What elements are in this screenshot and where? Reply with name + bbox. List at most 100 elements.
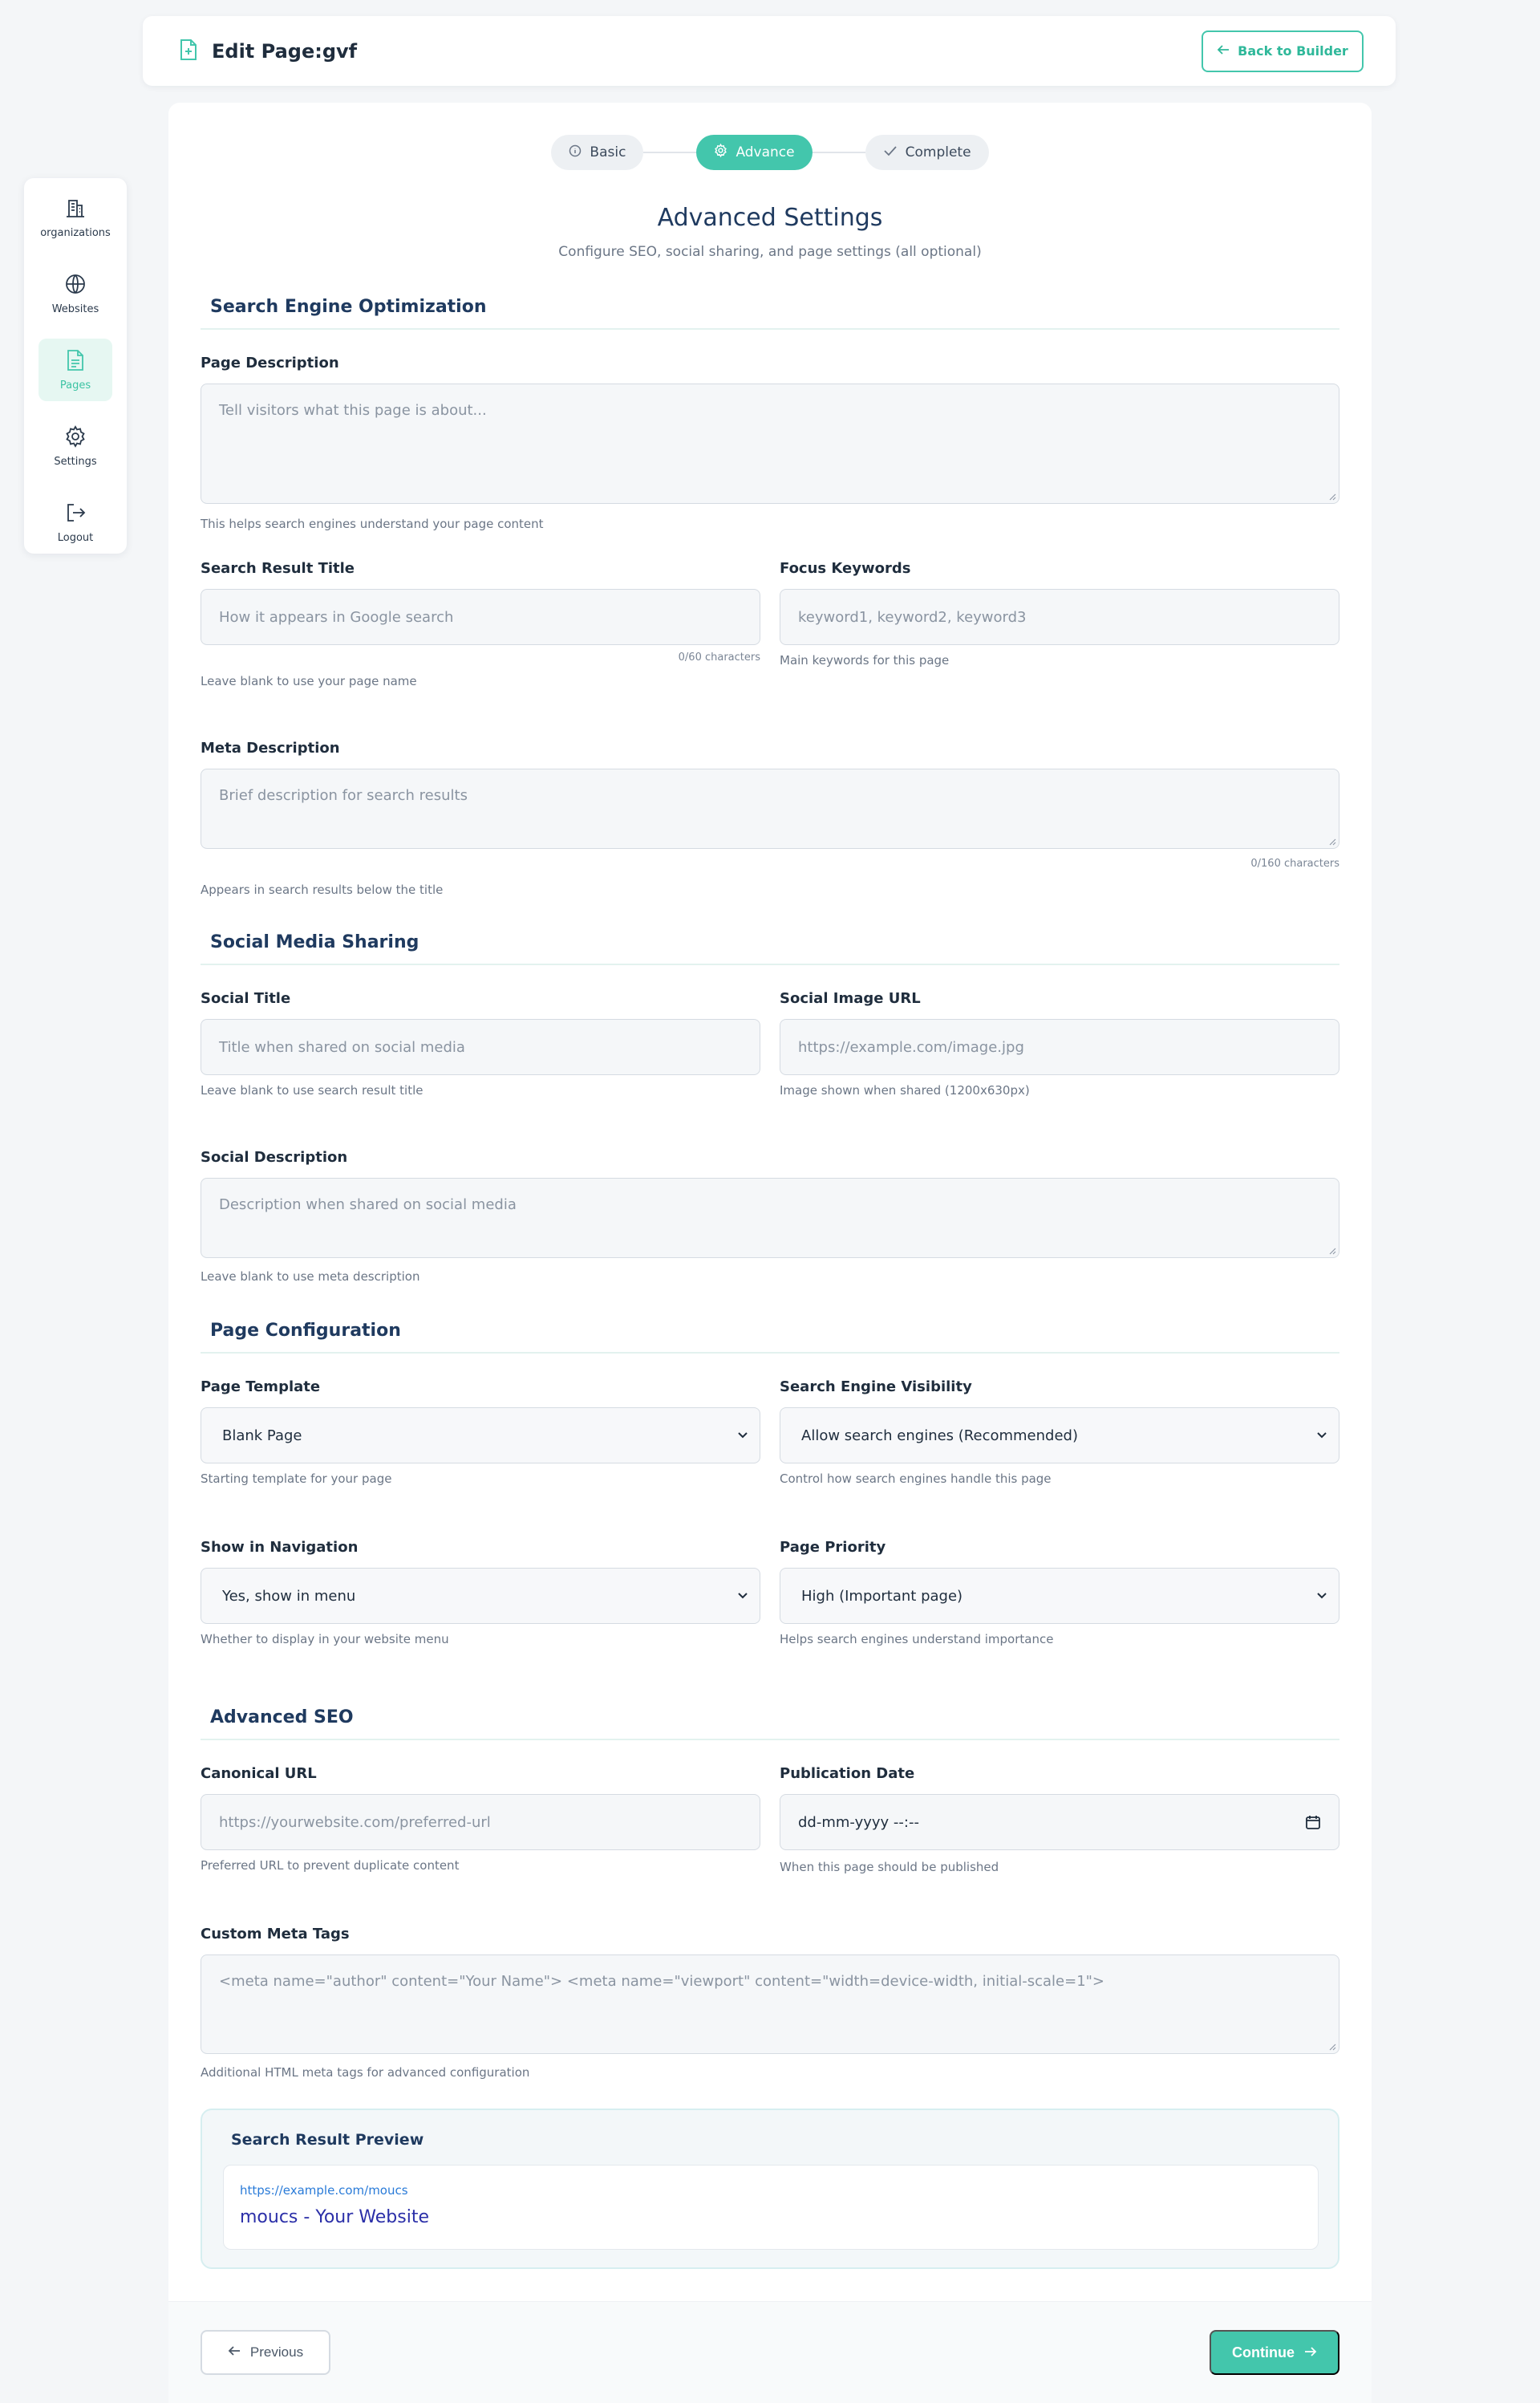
resize-handle-icon[interactable] bbox=[1328, 493, 1336, 501]
search-preview-url: https://example.com/moucs bbox=[240, 2183, 408, 2198]
document-icon bbox=[65, 349, 86, 375]
canonical-label: Canonical URL bbox=[201, 1765, 317, 1782]
custom-meta-placeholder: <meta name="author" content="Your Name">… bbox=[219, 1973, 1105, 1990]
step-complete[interactable]: Complete bbox=[865, 135, 989, 170]
meta-description-placeholder: Brief description for search results bbox=[219, 787, 468, 804]
resize-handle-icon[interactable] bbox=[1328, 1247, 1336, 1255]
page-template-select[interactable]: Blank Page bbox=[201, 1407, 760, 1463]
gear-icon bbox=[714, 143, 727, 161]
priority-value: High (Important page) bbox=[801, 1587, 963, 1605]
stepper: Basic Advance Complete bbox=[168, 135, 1372, 170]
social-description-placeholder: Description when shared on social media bbox=[219, 1196, 517, 1213]
priority-select[interactable]: High (Important page) bbox=[780, 1568, 1339, 1624]
page-template-hint: Starting template for your page bbox=[201, 1471, 392, 1486]
arrow-left-icon bbox=[228, 2344, 241, 2360]
previous-button[interactable]: Previous bbox=[201, 2330, 330, 2375]
custom-meta-textarea[interactable]: <meta name="author" content="Your Name">… bbox=[201, 1954, 1339, 2054]
focus-keywords-hint: Main keywords for this page bbox=[780, 653, 950, 668]
page-title: Edit Page:gvf bbox=[212, 39, 358, 63]
advanced-heading: Advanced SEO bbox=[201, 1707, 1339, 1740]
search-title-input[interactable]: How it appears in Google search bbox=[201, 589, 760, 645]
visibility-select[interactable]: Allow search engines (Recommended) bbox=[780, 1407, 1339, 1463]
social-image-input[interactable]: https://example.com/image.jpg bbox=[780, 1019, 1339, 1075]
navigation-hint: Whether to display in your website menu bbox=[201, 1632, 449, 1646]
resize-handle-icon[interactable] bbox=[1328, 2043, 1336, 2051]
focus-keywords-label: Focus Keywords bbox=[780, 560, 911, 577]
focus-keywords-input[interactable]: keyword1, keyword2, keyword3 bbox=[780, 589, 1339, 645]
calendar-icon[interactable] bbox=[1305, 1814, 1321, 1830]
sidebar-item-label: Logout bbox=[57, 531, 94, 544]
search-title-label: Search Result Title bbox=[201, 560, 355, 577]
step-label: Complete bbox=[905, 144, 971, 160]
info-icon bbox=[569, 144, 582, 161]
continue-label: Continue bbox=[1232, 2344, 1295, 2360]
page-description-placeholder: Tell visitors what this page is about... bbox=[219, 402, 487, 419]
sidebar-item-organizations[interactable]: organizations bbox=[38, 186, 112, 249]
canonical-placeholder: https://yourwebsite.com/preferred-url bbox=[219, 1813, 491, 1831]
publication-date-value: dd-mm-yyyy --:-- bbox=[798, 1813, 919, 1831]
sidebar-item-label: organizations bbox=[40, 226, 111, 239]
priority-hint: Helps search engines understand importan… bbox=[780, 1632, 1054, 1646]
sidebar-item-label: Websites bbox=[51, 302, 99, 315]
header-title-group: Edit Page:gvf bbox=[178, 39, 357, 64]
page-description-label: Page Description bbox=[201, 355, 339, 371]
sidebar: organizations Websites Pages Settings Lo… bbox=[24, 178, 127, 554]
back-to-builder-label: Back to Builder bbox=[1238, 43, 1348, 59]
focus-keywords-placeholder: keyword1, keyword2, keyword3 bbox=[798, 608, 1027, 626]
globe-icon bbox=[64, 273, 87, 298]
social-title-input[interactable]: Title when shared on social media bbox=[201, 1019, 760, 1075]
social-image-hint: Image shown when shared (1200x630px) bbox=[780, 1083, 1030, 1098]
gear-icon bbox=[64, 424, 87, 451]
check-icon bbox=[883, 144, 898, 160]
step-connector bbox=[643, 152, 697, 153]
search-title-counter: 0/60 characters bbox=[678, 651, 760, 664]
arrow-right-icon bbox=[1304, 2344, 1317, 2361]
search-title-placeholder: How it appears in Google search bbox=[219, 608, 454, 626]
step-label: Advance bbox=[736, 144, 795, 160]
step-basic[interactable]: Basic bbox=[551, 135, 644, 170]
seo-heading: Search Engine Optimization bbox=[201, 297, 1339, 330]
canonical-input[interactable]: https://yourwebsite.com/preferred-url bbox=[201, 1794, 760, 1850]
resize-handle-icon[interactable] bbox=[1328, 838, 1336, 846]
form-footer: Previous Continue bbox=[168, 2301, 1372, 2403]
arrow-left-icon bbox=[1217, 43, 1230, 59]
publication-date-input[interactable]: dd-mm-yyyy --:-- bbox=[780, 1794, 1339, 1850]
visibility-label: Search Engine Visibility bbox=[780, 1378, 972, 1395]
social-title-hint: Leave blank to use search result title bbox=[201, 1083, 424, 1098]
logout-icon bbox=[64, 501, 87, 527]
social-description-textarea[interactable]: Description when shared on social media bbox=[201, 1178, 1339, 1258]
meta-description-label: Meta Description bbox=[201, 740, 340, 757]
sidebar-item-settings[interactable]: Settings bbox=[38, 415, 112, 477]
social-description-hint: Leave blank to use meta description bbox=[201, 1269, 420, 1284]
section-title: Advanced Settings bbox=[657, 204, 883, 232]
sidebar-item-logout[interactable]: Logout bbox=[38, 491, 112, 554]
publication-date-label: Publication Date bbox=[780, 1765, 915, 1782]
sidebar-item-pages[interactable]: Pages bbox=[38, 339, 112, 401]
search-preview-link[interactable]: moucs - Your Website bbox=[240, 2207, 429, 2227]
publication-date-hint: When this page should be published bbox=[780, 1860, 999, 1874]
chevron-down-icon bbox=[1317, 1593, 1327, 1599]
meta-description-hint: Appears in search results below the titl… bbox=[201, 883, 444, 897]
canonical-hint: Preferred URL to prevent duplicate conte… bbox=[201, 1858, 460, 1873]
step-advance[interactable]: Advance bbox=[696, 135, 813, 170]
page-header: Edit Page:gvf Back to Builder bbox=[143, 16, 1396, 86]
navigation-select[interactable]: Yes, show in menu bbox=[201, 1568, 760, 1624]
sidebar-item-label: Pages bbox=[59, 379, 91, 392]
search-preview-title: Search Result Preview bbox=[231, 2131, 424, 2149]
social-title-label: Social Title bbox=[201, 990, 291, 1007]
chevron-down-icon bbox=[738, 1593, 748, 1599]
navigation-label: Show in Navigation bbox=[201, 1539, 359, 1556]
page-description-textarea[interactable]: Tell visitors what this page is about... bbox=[201, 384, 1339, 504]
previous-label: Previous bbox=[249, 2344, 304, 2360]
page-template-value: Blank Page bbox=[222, 1427, 302, 1444]
visibility-hint: Control how search engines handle this p… bbox=[780, 1471, 1052, 1486]
navigation-value: Yes, show in menu bbox=[222, 1587, 356, 1605]
config-heading: Page Configuration bbox=[201, 1321, 1339, 1354]
sidebar-item-label: Settings bbox=[54, 455, 97, 468]
step-connector bbox=[812, 152, 865, 153]
continue-button[interactable]: Continue bbox=[1210, 2330, 1339, 2375]
sidebar-item-websites[interactable]: Websites bbox=[38, 262, 112, 325]
back-to-builder-button[interactable]: Back to Builder bbox=[1202, 30, 1364, 72]
social-image-label: Social Image URL bbox=[780, 990, 921, 1007]
meta-description-textarea[interactable]: Brief description for search results bbox=[201, 769, 1339, 849]
